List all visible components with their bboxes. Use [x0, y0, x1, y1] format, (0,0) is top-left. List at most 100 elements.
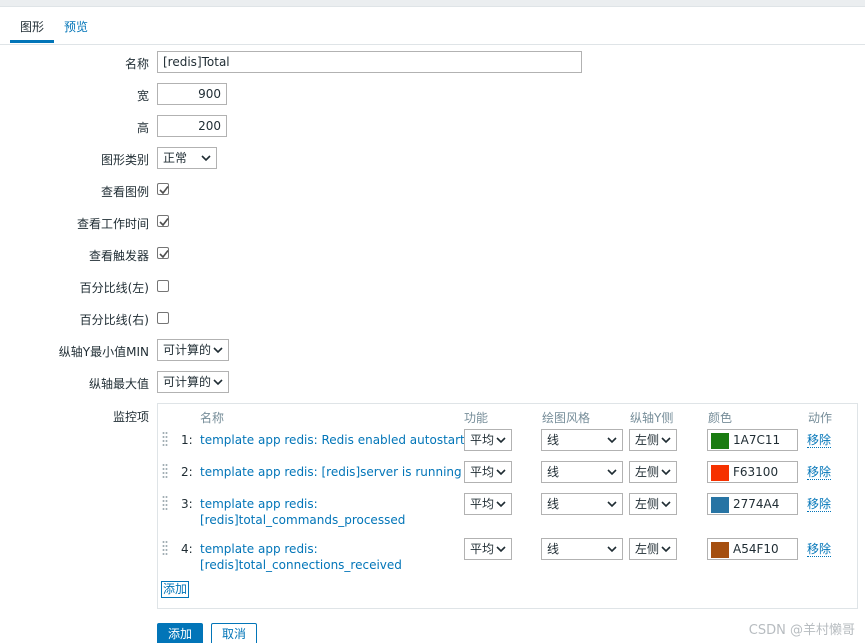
- tab-bar: 图形 预览: [10, 13, 98, 45]
- cancel-button[interactable]: 取消: [211, 623, 257, 643]
- col-header-draw-style: 绘图风格: [542, 411, 591, 425]
- item-function-select[interactable]: 平均: [464, 538, 512, 560]
- col-header-function: 功能: [464, 411, 489, 425]
- item-function-select[interactable]: 平均: [464, 493, 512, 515]
- drag-handle-icon[interactable]: [162, 431, 168, 447]
- chevron-down-icon: [661, 437, 671, 444]
- col-header-action: 动作: [808, 411, 833, 425]
- item-name-link[interactable]: template app redis: [redis]server is run…: [200, 464, 462, 480]
- percentile-right-label: 百分比线(右): [79, 313, 149, 327]
- color-hex-value: A54F10: [733, 542, 779, 556]
- chevron-down-icon: [661, 469, 671, 476]
- color-swatch[interactable]: [711, 433, 729, 449]
- color-hex-value: F63100: [733, 465, 779, 479]
- item-name-link-line2[interactable]: [redis]total_connections_received: [200, 557, 402, 573]
- percentile-right-checkbox[interactable]: [157, 312, 169, 324]
- name-input[interactable]: [redis]Total: [157, 51, 582, 73]
- chevron-down-icon: [661, 501, 671, 508]
- name-label: 名称: [124, 57, 149, 71]
- drag-handle-icon[interactable]: [162, 540, 168, 556]
- item-name-link[interactable]: template app redis: Redis enabled autost…: [200, 432, 465, 448]
- color-swatch[interactable]: [711, 465, 729, 481]
- y-min-value: 可计算的: [163, 343, 212, 357]
- col-header-y-axis: 纵轴Y侧: [630, 411, 674, 425]
- item-function-value: 平均: [470, 433, 495, 447]
- graph-type-value: 正常: [163, 151, 188, 165]
- chevron-down-icon: [201, 155, 211, 162]
- drag-handle-icon[interactable]: [162, 463, 168, 479]
- item-draw-style-select[interactable]: 线: [541, 461, 623, 483]
- tab-divider: [0, 44, 865, 45]
- item-draw-style-value: 线: [547, 542, 560, 556]
- item-remove-link[interactable]: 移除: [807, 433, 832, 448]
- chevron-down-icon: [607, 546, 617, 553]
- show-triggers-checkbox[interactable]: [157, 247, 169, 259]
- item-remove-link[interactable]: 移除: [807, 542, 832, 557]
- item-row-number: 1:: [181, 433, 193, 447]
- item-function-select[interactable]: 平均: [464, 461, 512, 483]
- item-function-value: 平均: [470, 465, 495, 479]
- item-name-link[interactable]: template app redis:: [200, 496, 318, 512]
- col-header-color: 颜色: [708, 411, 733, 425]
- item-y-axis-select[interactable]: 左侧: [629, 429, 677, 451]
- width-label: 宽: [136, 89, 149, 103]
- height-label: 高: [136, 121, 149, 135]
- graph-type-label: 图形类别: [100, 153, 149, 167]
- item-y-axis-value: 左侧: [635, 433, 660, 447]
- item-draw-style-value: 线: [547, 465, 560, 479]
- graph-type-select[interactable]: 正常: [157, 147, 217, 169]
- y-max-select[interactable]: 可计算的: [157, 371, 229, 393]
- item-draw-style-select[interactable]: 线: [541, 493, 623, 515]
- show-worktime-checkbox[interactable]: [157, 215, 169, 227]
- percentile-left-label: 百分比线(左): [79, 281, 149, 295]
- item-name-link[interactable]: template app redis:: [200, 541, 318, 557]
- checkmark-icon: [159, 250, 169, 259]
- item-row-number: 3:: [181, 497, 193, 511]
- item-color-picker[interactable]: F63100: [707, 461, 798, 483]
- item-function-value: 平均: [470, 497, 495, 511]
- y-min-select[interactable]: 可计算的: [157, 339, 229, 361]
- tab-preview[interactable]: 预览: [54, 13, 98, 43]
- show-triggers-label: 查看触发器: [88, 249, 149, 263]
- watermark: CSDN @羊村懒哥: [748, 623, 855, 638]
- item-color-picker[interactable]: A54F10: [707, 538, 798, 560]
- chevron-down-icon: [496, 469, 506, 476]
- item-name-link-line2[interactable]: [redis]total_commands_processed: [200, 512, 405, 528]
- item-color-picker[interactable]: 1A7C11: [707, 429, 798, 451]
- percentile-left-checkbox[interactable]: [157, 280, 169, 292]
- item-draw-style-value: 线: [547, 433, 560, 447]
- y-min-label: 纵轴Y最小值MIN: [58, 345, 149, 359]
- chevron-down-icon: [496, 437, 506, 444]
- items-label: 监控项: [112, 410, 149, 424]
- width-input[interactable]: 900: [157, 83, 227, 105]
- chevron-down-icon: [607, 501, 617, 508]
- item-remove-link[interactable]: 移除: [807, 497, 832, 512]
- drag-handle-icon[interactable]: [162, 495, 168, 511]
- color-swatch[interactable]: [711, 497, 729, 513]
- checkmark-icon: [159, 186, 169, 195]
- item-y-axis-select[interactable]: 左侧: [629, 538, 677, 560]
- item-draw-style-value: 线: [547, 497, 560, 511]
- item-y-axis-value: 左侧: [635, 465, 660, 479]
- show-legend-label: 查看图例: [100, 185, 149, 199]
- item-function-select[interactable]: 平均: [464, 429, 512, 451]
- height-input[interactable]: 200: [157, 115, 227, 137]
- add-item-link[interactable]: 添加: [161, 581, 190, 598]
- item-remove-link[interactable]: 移除: [807, 465, 832, 480]
- chevron-down-icon: [496, 501, 506, 508]
- chevron-down-icon: [607, 437, 617, 444]
- item-draw-style-select[interactable]: 线: [541, 538, 623, 560]
- item-draw-style-select[interactable]: 线: [541, 429, 623, 451]
- y-max-label: 纵轴最大值: [88, 377, 149, 391]
- add-button[interactable]: 添加: [157, 623, 203, 643]
- item-y-axis-select[interactable]: 左侧: [629, 493, 677, 515]
- item-color-picker[interactable]: 2774A4: [707, 493, 798, 515]
- item-row-number: 2:: [181, 465, 193, 479]
- show-legend-checkbox[interactable]: [157, 183, 169, 195]
- item-y-axis-select[interactable]: 左侧: [629, 461, 677, 483]
- item-row-number: 4:: [181, 542, 193, 556]
- chevron-down-icon: [213, 347, 223, 354]
- color-swatch[interactable]: [711, 542, 729, 558]
- tab-graph[interactable]: 图形: [10, 13, 55, 43]
- color-hex-value: 2774A4: [733, 497, 780, 511]
